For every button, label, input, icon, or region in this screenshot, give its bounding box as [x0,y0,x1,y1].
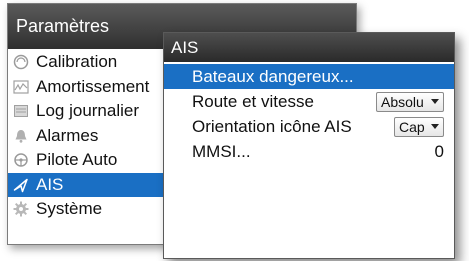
chevron-down-icon [431,99,439,104]
damping-icon [12,78,30,96]
settings-item-label: Pilote Auto [36,150,118,170]
mmsi-value: 0 [434,141,444,161]
mmsi-label: MMSI... [192,141,251,161]
dangerous-vessels-item[interactable]: Bateaux dangereux... [164,64,454,89]
gear-icon [12,200,30,218]
route-speed-row[interactable]: Route et vitesse Absolu [164,89,454,114]
route-speed-label: Route et vitesse [192,91,314,111]
mmsi-row[interactable]: MMSI... 0 [164,139,454,164]
settings-item-label: Calibration [36,52,118,72]
settings-item-label: AIS [36,174,64,194]
helm-icon [12,151,30,169]
icon-orientation-value: Cap [399,118,425,135]
log-icon [12,102,30,120]
icon-orientation-row[interactable]: Orientation icône AIS Cap [164,114,454,139]
dangerous-vessels-label: Bateaux dangereux... [192,66,354,86]
icon-orientation-label: Orientation icône AIS [192,116,352,136]
gauge-icon [12,53,30,71]
route-speed-dropdown[interactable]: Absolu [376,91,444,112]
bell-icon [12,127,30,145]
settings-item-label: Log journalier [36,101,140,121]
settings-item-label: Système [36,199,103,219]
settings-item-label: Alarmes [36,125,99,145]
settings-item-label: Amortissement [36,76,150,96]
icon-orientation-dropdown[interactable]: Cap [394,116,444,137]
ais-triangle-icon [12,176,30,194]
chevron-down-icon [431,124,439,129]
route-speed-value: Absolu [381,93,424,110]
ais-dialog: AIS Bateaux dangereux... Route et vitess… [163,32,455,259]
ais-dialog-title: AIS [164,33,454,62]
